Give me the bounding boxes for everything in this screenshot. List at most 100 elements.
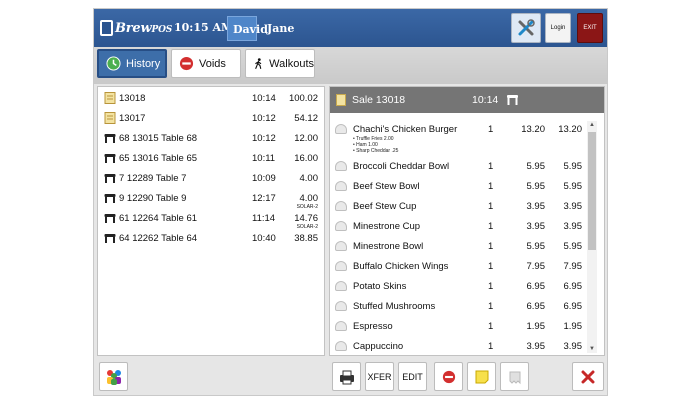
item-price: 6.95 (526, 301, 546, 312)
notepad-icon (104, 112, 116, 124)
receipt-item-row[interactable]: Cappuccino 1 3.95 3.95 (330, 338, 596, 355)
user-tab-jane[interactable]: Jane (262, 16, 299, 41)
food-item-icon (335, 281, 347, 291)
item-qty: 1 (488, 301, 494, 312)
history-row[interactable]: 13017 10:12 54.12 (98, 109, 324, 129)
receipt-item-row[interactable]: Broccoli Cheddar Bowl 1 5.95 5.95 (330, 158, 596, 178)
history-row-time: 10:14 (252, 93, 276, 104)
history-row-time: 10:09 (252, 173, 276, 184)
table-icon (104, 194, 116, 203)
tools-button[interactable] (511, 13, 541, 43)
item-price: 13.20 (521, 124, 545, 135)
edit-button[interactable]: EDIT (398, 362, 427, 391)
tools-icon (518, 19, 535, 36)
item-modifier: • Sharp Cheddar .25 (353, 148, 399, 154)
history-row[interactable]: 61 12264 Table 61 11:14 14.76 SOLAR-2 (98, 209, 324, 230)
history-row[interactable]: 13018 10:14 100.02 (98, 89, 324, 109)
table-icon (104, 154, 116, 163)
food-item-icon (335, 241, 347, 251)
history-row-amount: 16.00 (294, 153, 318, 164)
food-item-icon (335, 201, 347, 211)
history-row-label: 13017 (119, 113, 146, 124)
history-row[interactable]: 9 12290 Table 9 12:17 4.00 SOLAR-2 (98, 189, 324, 210)
tab-walkouts-label: Walkouts (269, 57, 314, 70)
receipt-item-row[interactable]: Minestrone Cup 1 3.95 3.95 (330, 218, 596, 238)
item-total: 5.95 (563, 241, 583, 252)
xfer-button[interactable]: XFER (365, 362, 394, 391)
exit-button[interactable]: EXIT (577, 13, 603, 43)
history-row-label: 65 13016 Table 65 (119, 153, 198, 164)
item-qty: 1 (488, 124, 494, 135)
item-name: Stuffed Mushrooms (353, 301, 436, 312)
receipt-item-row[interactable]: Stuffed Mushrooms 1 6.95 6.95 (330, 298, 596, 318)
receipt-item-row[interactable]: Chachi's Chicken Burger 1 13.20 13.20 • Truf… (330, 121, 596, 158)
history-row[interactable]: 7 12289 Table 7 10:09 4.00 (98, 169, 324, 189)
item-total: 7.95 (563, 261, 583, 272)
item-name: Buffalo Chicken Wings (353, 261, 449, 272)
receipt-scrollbar[interactable]: ▲ ▼ (587, 121, 597, 353)
close-button[interactable] (572, 362, 604, 391)
item-total: 6.95 (563, 301, 583, 312)
customers-button[interactable] (99, 362, 128, 391)
item-total: 5.95 (563, 181, 583, 192)
item-price: 6.95 (526, 281, 546, 292)
item-qty: 1 (488, 341, 494, 352)
history-row-label: 9 12290 Table 9 (119, 193, 187, 204)
item-name: Potato Skins (353, 281, 407, 292)
tab-voids-label: Voids (199, 57, 226, 70)
item-price: 5.95 (526, 181, 546, 192)
history-row[interactable]: 64 12262 Table 64 10:40 38.85 (98, 229, 324, 249)
history-row-time: 11:14 (252, 213, 276, 224)
tab-walkouts[interactable]: Walkouts (245, 49, 315, 78)
people-icon (106, 369, 121, 385)
receipt-item-row[interactable]: Potato Skins 1 6.95 6.95 (330, 278, 596, 298)
note-button[interactable] (467, 362, 496, 391)
receipt-button[interactable] (500, 362, 529, 391)
history-row[interactable]: 68 13015 Table 68 10:12 12.00 (98, 129, 324, 149)
item-price: 3.95 (526, 201, 546, 212)
table-icon (104, 134, 116, 143)
item-name: Beef Stew Cup (353, 201, 417, 212)
item-total: 3.95 (563, 221, 583, 232)
walking-person-icon (255, 58, 262, 69)
item-name: Beef Stew Bowl (353, 181, 420, 192)
receipt-item-row[interactable]: Beef Stew Bowl 1 5.95 5.95 (330, 178, 596, 198)
tab-voids[interactable]: Voids (171, 49, 241, 78)
history-row-label: 61 12264 Table 61 (119, 213, 198, 224)
item-price: 3.95 (526, 221, 546, 232)
tab-history[interactable]: History (97, 49, 167, 78)
table-icon (104, 174, 116, 183)
user-tab-david[interactable]: David (227, 16, 268, 41)
item-total: 3.95 (563, 341, 583, 352)
receipt-time: 10:14 (472, 94, 499, 106)
food-item-icon (335, 301, 347, 311)
void-button[interactable] (434, 362, 463, 391)
history-row-amount: 14.76 (294, 213, 318, 224)
login-button[interactable]: Login (545, 13, 571, 43)
history-row-amount: 4.00 (299, 173, 319, 184)
print-button[interactable] (332, 362, 361, 391)
receipt-item-row[interactable]: Buffalo Chicken Wings 1 7.95 7.95 (330, 258, 596, 278)
scroll-down-icon[interactable]: ▼ (588, 345, 596, 353)
scroll-up-icon[interactable]: ▲ (588, 121, 596, 129)
food-item-icon (335, 161, 347, 171)
app-name-suffix: POS (151, 24, 173, 35)
receipt-item-row[interactable]: Espresso 1 1.95 1.95 (330, 318, 596, 338)
scroll-thumb[interactable] (588, 132, 596, 250)
clock: 10:15 AM (174, 21, 234, 34)
history-row-time: 10:40 (252, 233, 276, 244)
history-row[interactable]: 65 13016 Table 65 10:11 16.00 (98, 149, 324, 169)
tab-bar: History Voids Walkouts (94, 47, 607, 84)
history-row-time: 10:11 (252, 153, 276, 164)
printer-icon (339, 370, 354, 384)
item-price: 7.95 (526, 261, 546, 272)
receipt-item-row[interactable]: Beef Stew Cup 1 3.95 3.95 (330, 198, 596, 218)
receipt-item-row[interactable]: Minestrone Bowl 1 5.95 5.95 (330, 238, 596, 258)
receipt-title: Sale 13018 (352, 94, 406, 106)
item-qty: 1 (488, 261, 494, 272)
sticky-note-icon (475, 370, 488, 383)
item-name: Cappuccino (353, 341, 404, 352)
close-icon (581, 370, 595, 383)
item-price: 3.95 (526, 341, 546, 352)
item-price: 5.95 (526, 161, 546, 172)
